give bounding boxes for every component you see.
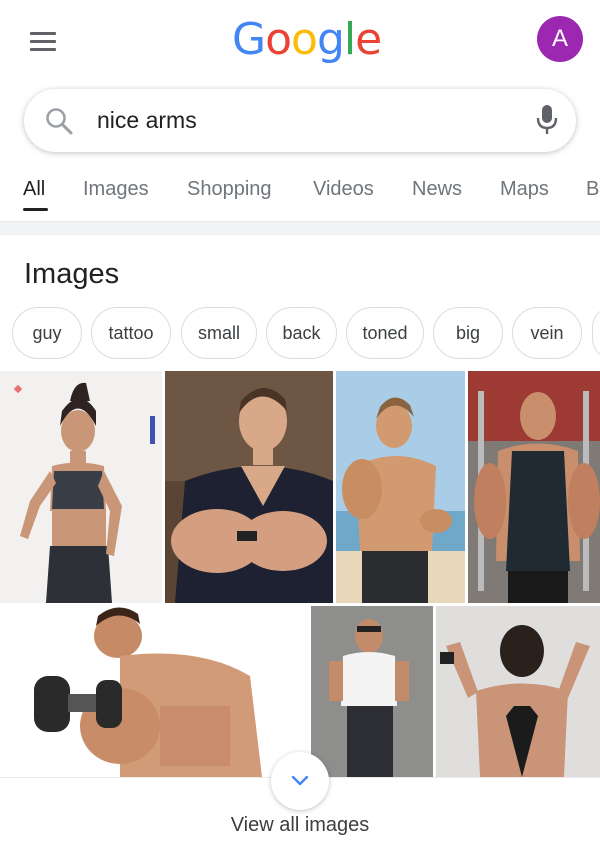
chip-guy[interactable]: guy <box>12 307 82 359</box>
view-all-images-link[interactable]: View all images <box>0 814 600 837</box>
logo-letter: g <box>316 14 345 65</box>
search-tabs: All Images Shopping Videos News Maps B <box>0 170 600 218</box>
images-section-title: Images <box>24 258 120 290</box>
search-icon[interactable] <box>44 106 74 136</box>
tab-news[interactable]: News <box>412 178 462 201</box>
active-tab-indicator <box>23 208 48 211</box>
tab-shopping[interactable]: Shopping <box>187 178 272 201</box>
microphone-icon[interactable] <box>534 103 560 137</box>
avatar[interactable]: A <box>537 16 583 62</box>
chevron-down-icon <box>291 775 309 786</box>
chip-vein[interactable]: vein <box>512 307 582 359</box>
image-result-woman-sports-bra[interactable] <box>0 371 162 603</box>
search-box[interactable]: nice arms <box>24 89 576 152</box>
hamburger-menu-icon[interactable] <box>26 26 60 56</box>
chip-small[interactable]: small <box>181 307 257 359</box>
image-result-man-white-tee[interactable] <box>311 606 433 777</box>
top-bar: Google A <box>0 0 600 82</box>
chip-toned[interactable]: toned <box>346 307 424 359</box>
tab-all[interactable]: All <box>23 178 45 201</box>
image-result-man-crossed-arms[interactable] <box>165 371 333 603</box>
image-result-dumbbell-curl[interactable] <box>0 606 308 777</box>
google-logo[interactable]: Google <box>232 14 382 65</box>
section-divider <box>0 221 600 235</box>
logo-letter: o <box>265 14 292 65</box>
chip-big[interactable]: big <box>433 307 503 359</box>
chip-tattoo[interactable]: tattoo <box>91 307 171 359</box>
logo-letter: l <box>343 14 356 65</box>
tab-maps[interactable]: Maps <box>500 178 549 201</box>
logo-letter: e <box>355 14 382 65</box>
expand-button[interactable] <box>271 752 329 810</box>
image-result-man-tank-top[interactable] <box>468 371 600 603</box>
image-result-woman-back-flex[interactable] <box>436 606 600 777</box>
image-result-shirtless-beach[interactable] <box>336 371 465 603</box>
chip-back[interactable]: back <box>266 307 337 359</box>
chip-partial[interactable] <box>592 307 600 359</box>
logo-letter: o <box>291 14 318 65</box>
logo-letter: G <box>232 14 266 65</box>
search-input[interactable]: nice arms <box>97 107 197 134</box>
tab-videos[interactable]: Videos <box>313 178 374 201</box>
refinement-chips: guy tattoo small back toned big vein <box>0 307 600 361</box>
tab-books-partial[interactable]: B <box>586 178 599 201</box>
tab-images[interactable]: Images <box>83 178 149 201</box>
